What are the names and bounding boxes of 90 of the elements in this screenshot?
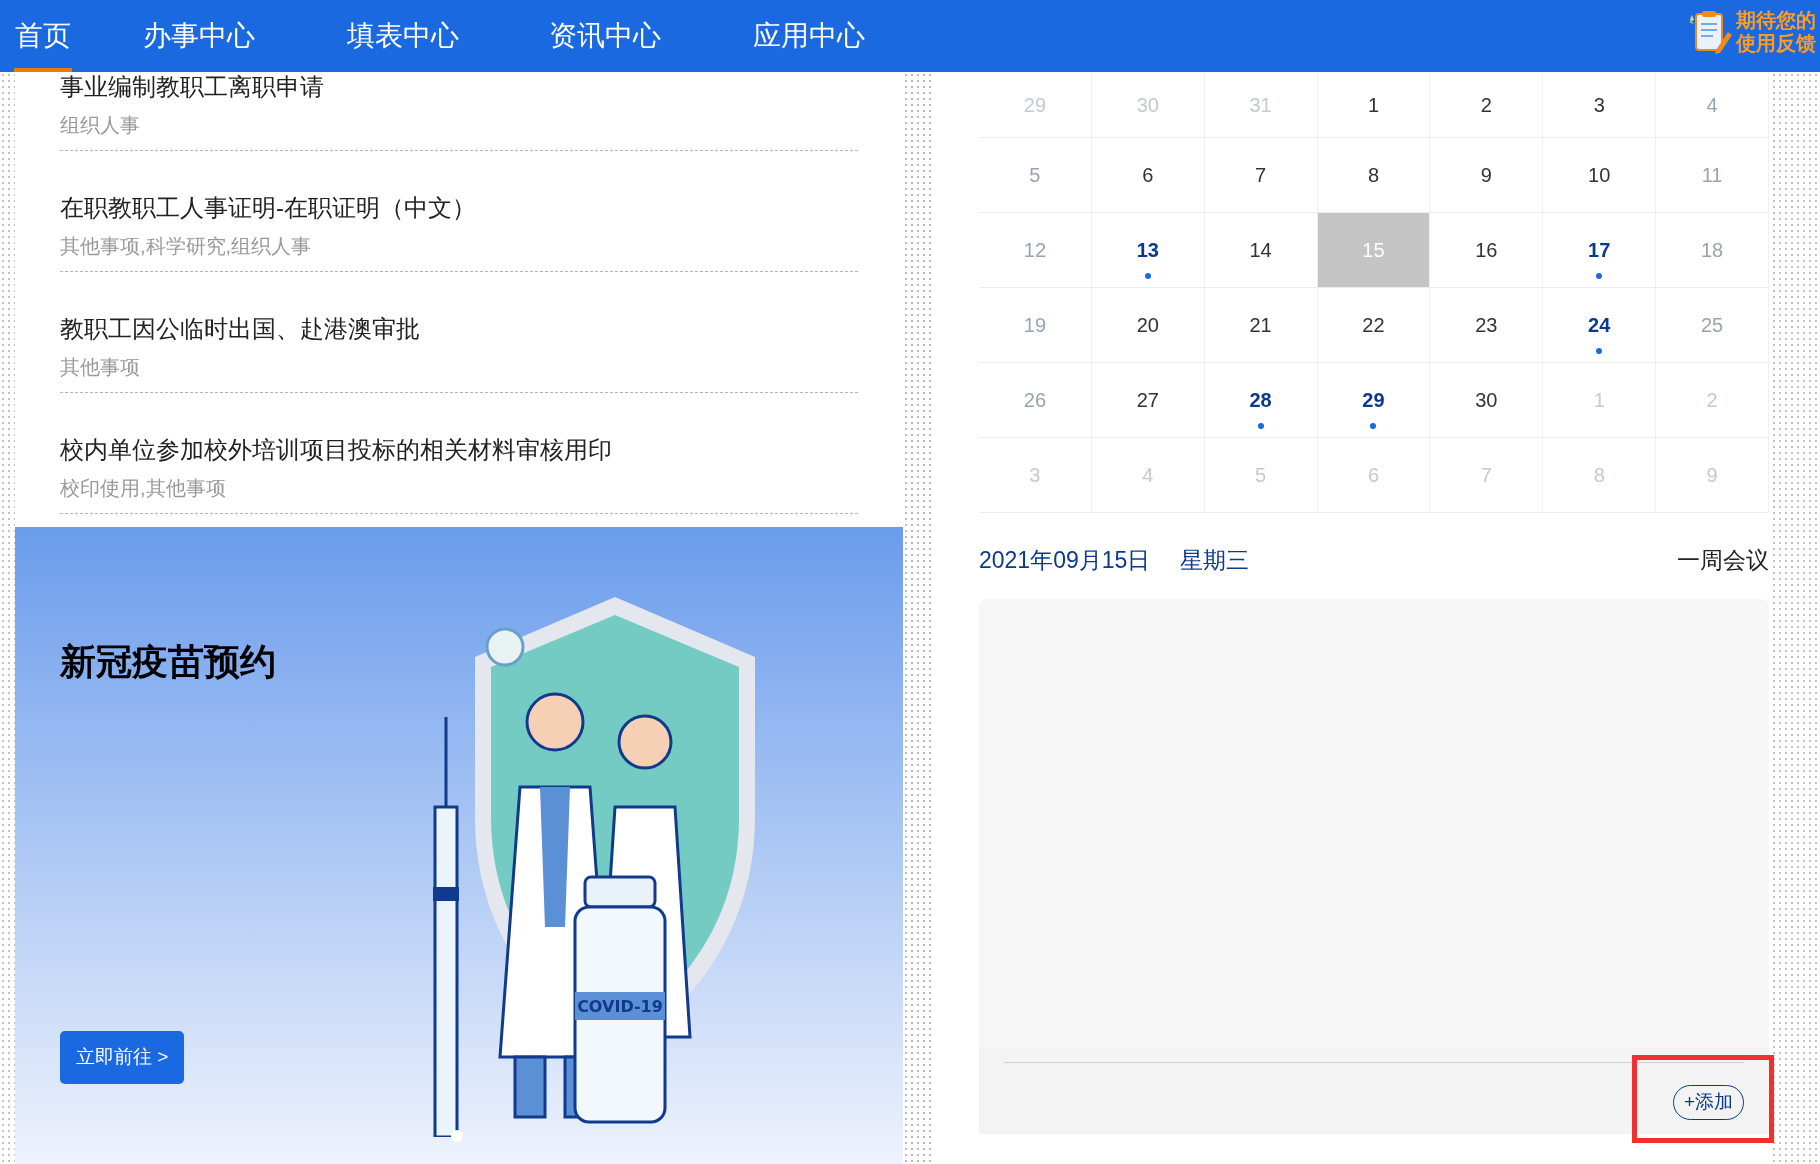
day-number: 15	[1362, 238, 1385, 263]
day-number: 2	[1480, 92, 1492, 118]
service-link[interactable]: 教职工因公临时出国、赴港澳审批	[60, 314, 420, 344]
day-number: 3	[1029, 463, 1041, 488]
day-number: 1	[1593, 388, 1605, 413]
calendar-day[interactable]: 22	[1317, 288, 1431, 362]
calendar-day[interactable]: 14	[1204, 213, 1318, 287]
calendar-day[interactable]: 25	[1656, 288, 1769, 362]
calendar-day[interactable]: 24	[1543, 288, 1657, 362]
calendar-day[interactable]: 6	[1091, 138, 1205, 212]
calendar-day[interactable]: 27	[1091, 363, 1205, 437]
day-number: 27	[1136, 388, 1159, 413]
calendar-day[interactable]: 3	[1543, 72, 1657, 137]
day-number: 5	[1255, 463, 1267, 488]
selected-date: 2021年09月15日	[979, 546, 1151, 575]
calendar-day[interactable]: 23	[1430, 288, 1544, 362]
calendar-day[interactable]: 12	[979, 213, 1092, 287]
service-link[interactable]: 在职教职工人事证明-在职证明（中文）	[60, 193, 476, 223]
calendar-day[interactable]: 7	[1204, 138, 1318, 212]
day-number: 18	[1700, 238, 1724, 263]
day-number: 1	[1367, 92, 1380, 118]
calendar-day[interactable]: 16	[1430, 213, 1544, 287]
day-number: 10	[1588, 163, 1611, 188]
calendar-day[interactable]: 4	[1656, 72, 1769, 137]
day-number: 29	[1362, 388, 1385, 413]
nav-tab[interactable]: 资讯中心	[548, 0, 662, 72]
day-number: 14	[1249, 238, 1272, 263]
calendar-day[interactable]: 18	[1656, 213, 1769, 287]
nav-tab[interactable]: 办事中心	[142, 0, 256, 72]
calendar-day[interactable]: 8	[1317, 138, 1431, 212]
day-number: 4	[1706, 92, 1718, 118]
day-number: 28	[1249, 388, 1272, 413]
nav-tab[interactable]: 应用中心	[752, 0, 866, 72]
day-number: 11	[1701, 163, 1723, 188]
day-number: 26	[1023, 388, 1047, 413]
calendar-day[interactable]: 5	[979, 138, 1092, 212]
service-tags: 组织人事	[60, 112, 858, 138]
day-number: 6	[1367, 463, 1380, 488]
calendar-day[interactable]: 17	[1543, 213, 1657, 287]
service-link[interactable]: 事业编制教职工离职申请	[60, 72, 324, 102]
day-number: 6	[1142, 163, 1154, 188]
calendar-day[interactable]: 11	[1656, 138, 1769, 212]
selected-weekday: 星期三	[1180, 546, 1250, 575]
service-link[interactable]: 校内单位参加校外培训项目投标的相关材料审核用印	[60, 435, 612, 465]
calendar-day[interactable]: 29	[1317, 363, 1431, 437]
day-number: 8	[1367, 163, 1380, 188]
day-number: 16	[1475, 238, 1498, 263]
vaccine-illustration-drawing: COVID-19	[433, 597, 755, 1137]
calendar-day[interactable]: 21	[1204, 288, 1318, 362]
calendar-day[interactable]: 19	[979, 288, 1092, 362]
day-number: 25	[1700, 313, 1724, 338]
day-number: 30	[1475, 388, 1498, 413]
calendar-day[interactable]: 10	[1543, 138, 1657, 212]
service-tags: 其他事项	[60, 354, 858, 380]
day-number: 13	[1136, 238, 1159, 263]
day-number: 19	[1023, 313, 1047, 338]
day-number: 12	[1023, 238, 1047, 263]
calendar-day[interactable]: 13	[1091, 213, 1205, 287]
nav-tab[interactable]: 首页	[14, 0, 72, 72]
calendar-day[interactable]: 30	[1430, 363, 1544, 437]
day-number: 7	[1480, 463, 1492, 488]
day-number: 4	[1142, 463, 1154, 488]
day-number: 17	[1588, 238, 1611, 263]
weekly-meetings-link[interactable]: 一周会议	[1677, 543, 1769, 578]
day-number: 2	[1706, 388, 1718, 413]
day-number: 31	[1249, 92, 1272, 118]
day-number: 23	[1475, 313, 1498, 338]
day-number: 9	[1706, 463, 1718, 488]
service-tags: 校印使用,其他事项	[60, 475, 858, 501]
day-number: 20	[1136, 313, 1159, 338]
calendar-day[interactable]: 1	[1317, 72, 1431, 137]
day-number: 8	[1593, 463, 1605, 488]
calendar-day[interactable]: 2	[1430, 72, 1544, 137]
calendar-day[interactable]: 20	[1091, 288, 1205, 362]
day-number: 21	[1249, 313, 1272, 338]
calendar-day[interactable]: 26	[979, 363, 1092, 437]
day-number: 3	[1593, 92, 1605, 118]
calendar-day[interactable]: 9	[1430, 138, 1544, 212]
day-number: 7	[1255, 163, 1267, 188]
day-number: 5	[1029, 163, 1041, 188]
go-button[interactable]: 立即前往 >	[60, 1031, 185, 1084]
day-number: 24	[1588, 313, 1611, 338]
nav-tab[interactable]: 填表中心	[346, 0, 460, 72]
day-number: 22	[1362, 313, 1385, 338]
service-tags: 其他事项,科学研究,组织人事	[60, 233, 858, 259]
calendar-day[interactable]: 28	[1204, 363, 1318, 437]
day-number: 9	[1480, 163, 1492, 188]
day-number: 30	[1136, 92, 1159, 118]
day-number: 29	[1023, 92, 1047, 118]
banner-title: 新冠疫苗预约	[60, 640, 276, 684]
